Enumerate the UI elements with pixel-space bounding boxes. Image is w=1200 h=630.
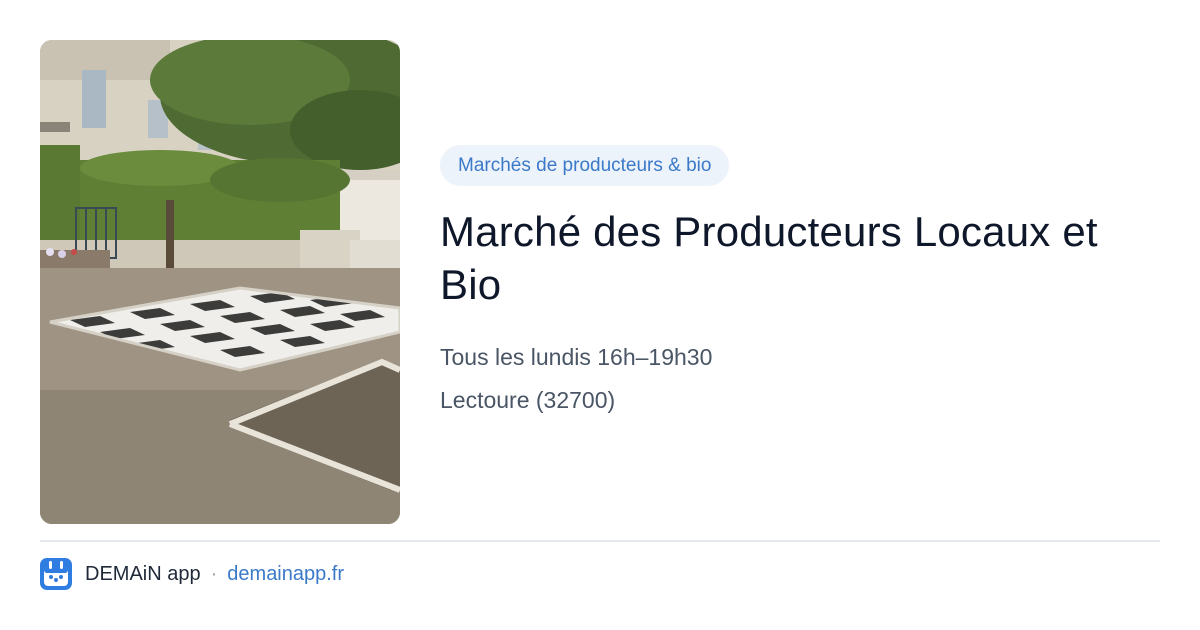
event-schedule: Tous les lundis 16h–19h30 <box>440 344 713 370</box>
event-location: Lectoure (32700) <box>440 387 616 413</box>
category-tag[interactable]: Marchés de producteurs & bio <box>440 145 730 186</box>
separator-dot: · <box>210 562 218 585</box>
event-title: Marché des Producteurs Locaux et Bio <box>440 208 1098 308</box>
demain-app-icon <box>40 558 72 590</box>
event-photo <box>40 40 400 524</box>
app-name: DEMAiN app <box>85 562 201 585</box>
footer: DEMAiN app · demainapp.fr <box>40 557 344 591</box>
event-details: Marchés de producteurs & bio Marché des … <box>440 145 1160 415</box>
app-domain-link[interactable]: demainapp.fr <box>227 563 344 586</box>
footer-divider <box>40 540 1160 542</box>
market-square-photo <box>40 40 400 524</box>
